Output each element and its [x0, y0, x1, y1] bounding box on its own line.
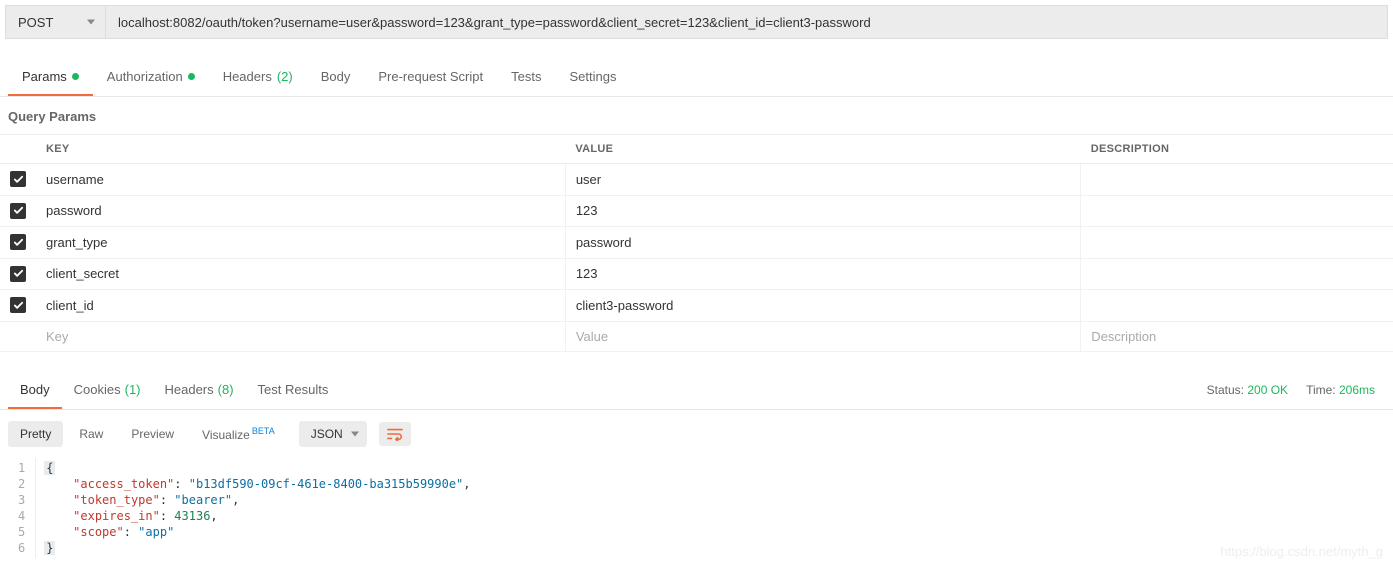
param-checkbox[interactable]	[10, 171, 26, 187]
tab-authorization-label: Authorization	[107, 69, 183, 84]
col-value-header: VALUE	[565, 135, 1080, 164]
tab-resp-testresults[interactable]: Test Results	[246, 372, 341, 409]
line-number: 5	[18, 524, 25, 540]
param-row: client_idclient3-password	[0, 290, 1393, 322]
tab-prerequest-label: Pre-request Script	[378, 69, 483, 84]
tab-authorization[interactable]: Authorization	[93, 59, 209, 96]
code-content: { "access_token": "b13df590-09cf-461e-84…	[36, 458, 1393, 558]
tab-body-label: Body	[321, 69, 351, 84]
param-description[interactable]	[1081, 227, 1393, 259]
wrap-line-icon	[387, 427, 403, 441]
http-method-value: POST	[18, 15, 53, 30]
param-row: usernameuser	[0, 164, 1393, 196]
section-title: Query Params	[0, 97, 1393, 134]
param-description-placeholder[interactable]: Description	[1081, 321, 1393, 351]
wrap-line-button[interactable]	[379, 422, 411, 446]
param-key[interactable]: username	[36, 164, 565, 196]
tab-resp-headers-count: (8)	[218, 382, 234, 397]
format-select[interactable]: JSON	[299, 421, 367, 447]
param-value[interactable]: 123	[565, 258, 1080, 290]
authorization-indicator-icon	[188, 73, 195, 80]
visualize-label: Visualize	[202, 428, 250, 442]
param-description[interactable]	[1081, 195, 1393, 227]
tab-resp-cookies-label: Cookies	[74, 382, 121, 397]
param-checkbox[interactable]	[10, 297, 26, 313]
param-description[interactable]	[1081, 258, 1393, 290]
status-value: 200 OK	[1247, 383, 1288, 397]
request-url-bar: POST	[5, 5, 1388, 39]
preview-button[interactable]: Preview	[119, 421, 186, 447]
tab-tests[interactable]: Tests	[497, 59, 555, 96]
request-tabs: Params Authorization Headers (2) Body Pr…	[0, 59, 1393, 97]
param-description[interactable]	[1081, 164, 1393, 196]
tab-prerequest[interactable]: Pre-request Script	[364, 59, 497, 96]
col-description-header: DESCRIPTION	[1081, 135, 1393, 164]
line-number: 2	[18, 476, 25, 492]
param-key[interactable]: grant_type	[36, 227, 565, 259]
param-placeholder-row: KeyValueDescription	[0, 321, 1393, 351]
param-checkbox[interactable]	[10, 234, 26, 250]
tab-body[interactable]: Body	[307, 59, 365, 96]
param-description[interactable]	[1081, 290, 1393, 322]
param-value[interactable]: password	[565, 227, 1080, 259]
param-value[interactable]: client3-password	[565, 290, 1080, 322]
raw-button[interactable]: Raw	[67, 421, 115, 447]
tab-headers-label: Headers	[223, 69, 272, 84]
line-number: 4	[18, 508, 25, 524]
col-checkbox-header	[0, 135, 36, 164]
param-row: grant_typepassword	[0, 227, 1393, 259]
params-table: KEY VALUE DESCRIPTION usernameuserpasswo…	[0, 134, 1393, 352]
visualize-button[interactable]: VisualizeBETA	[190, 420, 287, 448]
tab-resp-body-label: Body	[20, 382, 50, 397]
tab-resp-cookies[interactable]: Cookies (1)	[62, 372, 153, 409]
format-value: JSON	[311, 427, 343, 441]
response-body-viewer[interactable]: 1 2 3 4 5 6 { "access_token": "b13df590-…	[0, 458, 1393, 558]
param-value[interactable]: 123	[565, 195, 1080, 227]
tab-settings[interactable]: Settings	[555, 59, 630, 96]
param-key[interactable]: client_secret	[36, 258, 565, 290]
line-number: 3	[18, 492, 25, 508]
line-number: 1	[18, 460, 25, 476]
param-value-placeholder[interactable]: Value	[565, 321, 1080, 351]
tab-headers-count: (2)	[277, 69, 293, 84]
tab-headers[interactable]: Headers (2)	[209, 59, 307, 96]
beta-badge: BETA	[252, 426, 275, 436]
tab-tests-label: Tests	[511, 69, 541, 84]
param-checkbox[interactable]	[10, 203, 26, 219]
param-row: client_secret123	[0, 258, 1393, 290]
param-value[interactable]: user	[565, 164, 1080, 196]
tab-resp-cookies-count: (1)	[125, 382, 141, 397]
line-gutter: 1 2 3 4 5 6	[0, 458, 36, 558]
http-method-select[interactable]: POST	[6, 6, 106, 38]
body-toolbar: Pretty Raw Preview VisualizeBETA JSON	[0, 410, 1393, 458]
response-tabs: Body Cookies (1) Headers (8) Test Result…	[0, 372, 1393, 410]
time-value: 206ms	[1339, 383, 1375, 397]
param-key[interactable]: client_id	[36, 290, 565, 322]
params-indicator-icon	[72, 73, 79, 80]
tab-settings-label: Settings	[569, 69, 616, 84]
param-checkbox[interactable]	[10, 266, 26, 282]
tab-params[interactable]: Params	[8, 59, 93, 96]
url-input[interactable]	[106, 6, 1387, 38]
time-label: Time:	[1306, 383, 1336, 397]
pretty-button[interactable]: Pretty	[8, 421, 63, 447]
tab-resp-testresults-label: Test Results	[258, 382, 329, 397]
tab-resp-headers-label: Headers	[165, 382, 214, 397]
line-number: 6	[18, 540, 25, 556]
col-key-header: KEY	[36, 135, 565, 164]
tab-params-label: Params	[22, 69, 67, 84]
response-meta: Status: 200 OK Time: 206ms	[1207, 383, 1385, 397]
status-label: Status:	[1207, 383, 1244, 397]
param-key-placeholder[interactable]: Key	[36, 321, 565, 351]
param-row: password123	[0, 195, 1393, 227]
tab-resp-headers[interactable]: Headers (8)	[153, 372, 246, 409]
param-key[interactable]: password	[36, 195, 565, 227]
tab-resp-body[interactable]: Body	[8, 372, 62, 409]
